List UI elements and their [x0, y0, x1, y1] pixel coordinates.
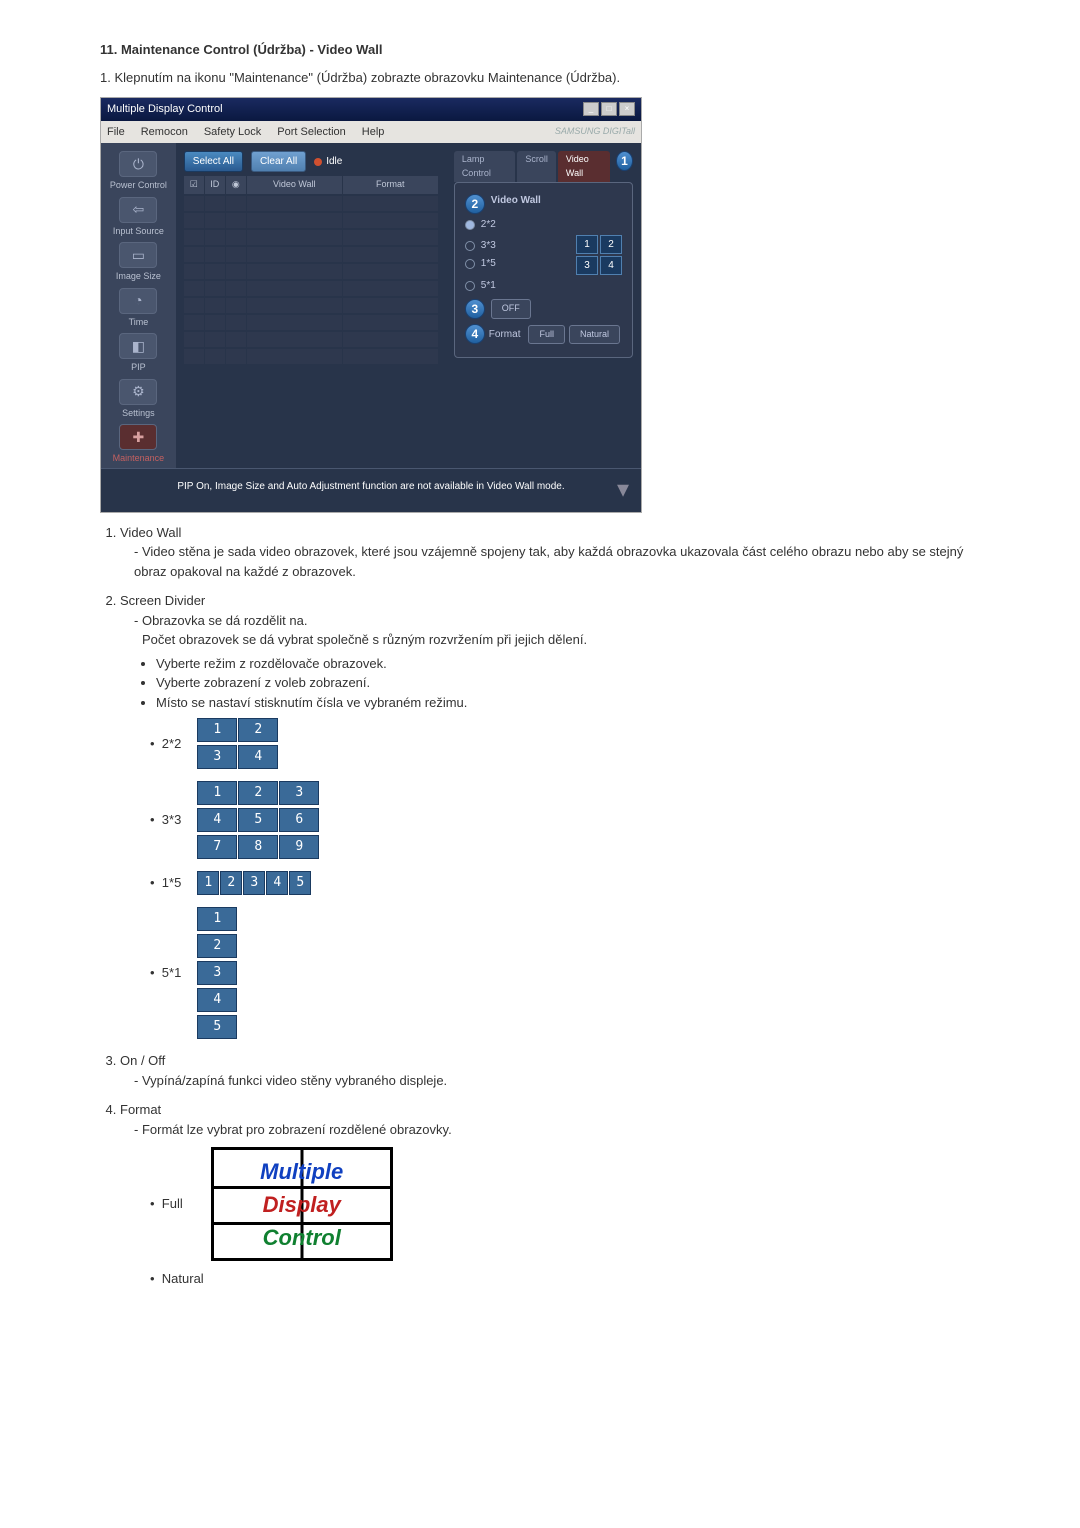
item-desc: Formát lze vybrat pro zobrazení rozdělen… [134, 1120, 980, 1140]
col-status: ◉ [226, 176, 246, 194]
grid-5x1: 12345 [197, 907, 235, 1039]
preview-grid: 1234 [576, 235, 622, 275]
sidebar-item-maintenance[interactable]: ✚ Maintenance [101, 422, 176, 468]
input-icon: ⇦ [119, 197, 157, 223]
menu-safety-lock[interactable]: Safety Lock [204, 124, 261, 141]
sidebar-item-input[interactable]: ⇦ Input Source [101, 195, 176, 241]
minimize-icon[interactable]: _ [583, 102, 599, 116]
grid-header: ☑ ID ◉ Video Wall Format [184, 176, 438, 194]
tab-video-wall[interactable]: Video Wall [558, 151, 610, 182]
col-video-wall: Video Wall [247, 176, 342, 194]
natural-button[interactable]: Natural [569, 325, 620, 345]
clear-all-button[interactable]: Clear All [251, 151, 306, 172]
radio-33[interactable]: 3*3 [465, 238, 576, 253]
demo-label-natural: Natural [162, 1271, 204, 1286]
intro-text: 1. Klepnutím na ikonu "Maintenance" (Údr… [100, 68, 980, 88]
item-desc: Počet obrazovek se dá vybrat společně s … [142, 630, 980, 650]
grid-3x3: 123 456 789 [197, 781, 317, 859]
bullet-item: Místo se nastaví stisknutím čísla ve vyb… [156, 693, 980, 713]
radio-22[interactable]: 2*2 [465, 217, 622, 232]
sidebar-item-time[interactable]: ◔ Time [101, 286, 176, 332]
menu-file[interactable]: File [107, 124, 125, 141]
gear-icon: ⚙ [119, 379, 157, 405]
item-title: On / Off [120, 1053, 165, 1068]
clock-icon: ◔ [119, 288, 157, 314]
badge-4: 4 [465, 324, 485, 344]
window-title: Multiple Display Control [107, 101, 223, 118]
menubar: File Remocon Safety Lock Port Selection … [101, 121, 641, 144]
close-icon[interactable]: × [619, 102, 635, 116]
format-label: Format [489, 327, 521, 342]
demo-label-full: Full [162, 1196, 183, 1211]
list-item: Screen Divider Obrazovka se dá rozdělit … [120, 591, 980, 1039]
list-item: On / Off Vypíná/zapíná funkci video stěn… [120, 1051, 980, 1090]
item-desc: Vypíná/zapíná funkci video stěny vybrané… [134, 1071, 980, 1091]
off-button[interactable]: OFF [491, 299, 531, 319]
tabs: Lamp Control Scroll Video Wall 1 [454, 151, 633, 182]
maximize-icon[interactable]: □ [601, 102, 617, 116]
item-desc: Obrazovka se dá rozdělit na. [134, 611, 980, 631]
brand-label: SAMSUNG DIGITall [555, 125, 635, 139]
full-format-illustration: Multiple Display Control [211, 1147, 393, 1261]
demo-label-33: 3*3 [162, 812, 182, 827]
window-titlebar: Multiple Display Control _ □ × [101, 98, 641, 121]
idle-indicator: Idle [314, 154, 342, 169]
tab-scroll[interactable]: Scroll [517, 151, 556, 182]
col-id: ID [205, 176, 225, 194]
list-item: Format Formát lze vybrat pro zobrazení r… [120, 1100, 980, 1289]
sidebar-item-pip[interactable]: ◧ PIP [101, 331, 176, 377]
nozzle-icon: ▾ [617, 472, 629, 508]
radio-15[interactable]: 1*5 [465, 256, 576, 271]
demo-label-22: 2*2 [162, 736, 182, 751]
grid-2x2: 1234 [197, 718, 276, 769]
item-title: Screen Divider [120, 593, 205, 608]
menu-port-selection[interactable]: Port Selection [277, 124, 345, 141]
select-all-button[interactable]: Select All [184, 151, 243, 172]
image-icon: ▭ [119, 242, 157, 268]
item-desc: Video stěna je sada video obrazovek, kte… [134, 542, 980, 581]
maintenance-icon: ✚ [119, 424, 157, 450]
sidebar-item-settings[interactable]: ⚙ Settings [101, 377, 176, 423]
item-title: Format [120, 1102, 161, 1117]
badge-2: 2 [465, 194, 485, 214]
demo-label-15: 1*5 [162, 875, 182, 890]
video-wall-panel: 2 Video Wall 2*2 3*3 1*5 1234 5*1 3 [454, 182, 633, 358]
grid-1x5: 12345 [197, 871, 309, 895]
idle-dot-icon [314, 158, 322, 166]
item-title: Video Wall [120, 525, 181, 540]
power-icon: ⏻ [119, 151, 157, 177]
status-bar: PIP On, Image Size and Auto Adjustment f… [101, 468, 641, 512]
pip-icon: ◧ [119, 333, 157, 359]
demo-label-51: 5*1 [162, 965, 182, 980]
grid-body [184, 195, 438, 364]
col-check[interactable]: ☑ [184, 176, 204, 194]
radio-51[interactable]: 5*1 [465, 278, 622, 293]
section-heading: 11. Maintenance Control (Údržba) - Video… [100, 40, 980, 60]
list-item: Video Wall Video stěna je sada video obr… [120, 523, 980, 582]
menu-remocon[interactable]: Remocon [141, 124, 188, 141]
menu-help[interactable]: Help [362, 124, 385, 141]
badge-1: 1 [616, 151, 633, 171]
app-window: Multiple Display Control _ □ × File Remo… [100, 97, 642, 513]
explanation-list: Video Wall Video stěna je sada video obr… [100, 523, 980, 1289]
col-format: Format [343, 176, 438, 194]
sidebar-item-image[interactable]: ▭ Image Size [101, 240, 176, 286]
bullet-item: Vyberte režim z rozdělovače obrazovek. [156, 654, 980, 674]
badge-3: 3 [465, 299, 485, 319]
sidebar-item-power[interactable]: ⏻ Power Control [101, 149, 176, 195]
panel-title: Video Wall [491, 193, 541, 208]
bullet-item: Vyberte zobrazení z voleb zobrazení. [156, 673, 980, 693]
full-button[interactable]: Full [528, 325, 565, 345]
sidebar: ⏻ Power Control ⇦ Input Source ▭ Image S… [101, 143, 176, 468]
tab-lamp[interactable]: Lamp Control [454, 151, 516, 182]
